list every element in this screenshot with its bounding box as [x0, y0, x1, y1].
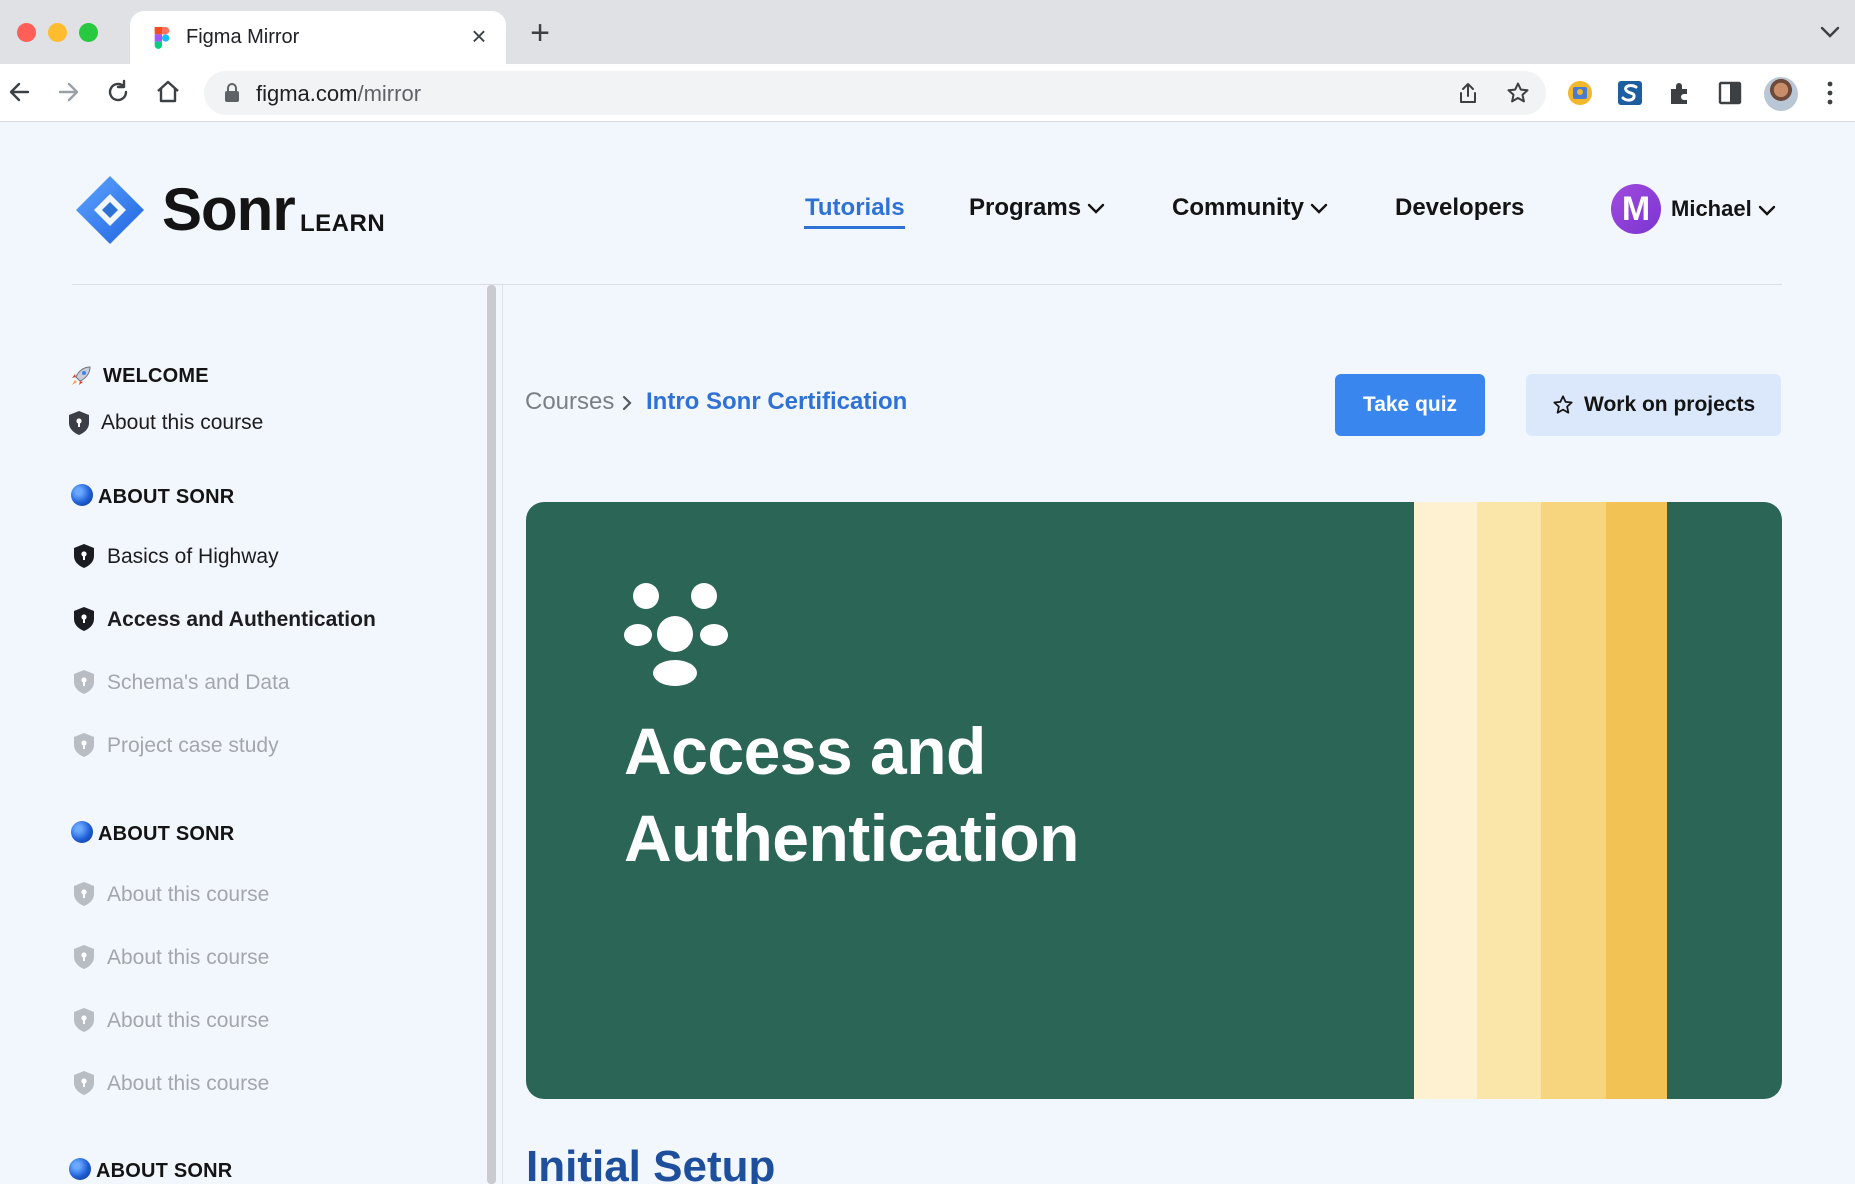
nav-community-label: Community [1172, 194, 1304, 221]
forward-arrow-icon[interactable] [54, 78, 82, 106]
figma-icon [154, 27, 170, 49]
side-panel-icon[interactable] [1717, 80, 1743, 106]
shield-icon [74, 1071, 94, 1095]
nav-developers[interactable]: Developers [1395, 194, 1524, 222]
extensions-puzzle-icon[interactable] [1667, 80, 1693, 106]
maximize-window-button[interactable] [79, 23, 98, 42]
sidebar-item-about-course[interactable]: About this course [107, 1072, 269, 1096]
back-arrow-icon[interactable] [6, 78, 34, 106]
shield-icon [74, 544, 94, 568]
browser-titlebar: Figma Mirror × + [0, 0, 1855, 64]
nav-programs[interactable]: Programs [969, 194, 1105, 222]
hero-stripe [1541, 502, 1606, 1099]
hero-stripe [1477, 502, 1541, 1099]
nav-programs-label: Programs [969, 194, 1082, 221]
shield-icon [69, 411, 89, 435]
shield-icon [74, 1008, 94, 1032]
shield-icon [74, 733, 94, 757]
users-group-icon [624, 583, 728, 686]
extension-password-icon[interactable] [1567, 80, 1593, 106]
url-text[interactable]: figma.com/mirror [256, 81, 421, 107]
work-on-projects-button[interactable]: Work on projects [1526, 374, 1781, 436]
shield-icon [74, 607, 94, 631]
work-on-projects-label: Work on projects [1584, 393, 1756, 416]
sphere-icon [69, 1158, 91, 1180]
sidebar-item-about-course[interactable]: About this course [107, 1009, 269, 1033]
take-quiz-button[interactable]: Take quiz [1335, 374, 1485, 436]
sidebar-item-access-authentication[interactable]: Access and Authentication [107, 608, 376, 632]
nav-tutorials[interactable]: Tutorials [805, 194, 905, 222]
profile-avatar[interactable] [1764, 77, 1798, 111]
sphere-icon [71, 484, 93, 506]
sidebar-section-about-sonr: ABOUT SONR [98, 823, 235, 845]
sidebar-divider [502, 285, 503, 1184]
user-menu[interactable]: Michael [1671, 196, 1776, 222]
sidebar-item-basics-highway[interactable]: Basics of Highway [107, 545, 279, 569]
header-divider [72, 284, 1782, 285]
bookmark-star-icon[interactable] [1506, 81, 1530, 105]
sidebar-item-project-case-study[interactable]: Project case study [107, 734, 279, 758]
url-path: /mirror [357, 81, 422, 106]
sidebar-section-about-sonr: ABOUT SONR [96, 1160, 233, 1182]
more-options-icon[interactable] [1822, 80, 1838, 106]
user-avatar[interactable]: M [1611, 184, 1661, 234]
sidebar-scrollbar[interactable] [487, 285, 496, 1184]
hero-stripe [1606, 502, 1667, 1099]
browser-tab[interactable]: Figma Mirror × [130, 11, 506, 64]
hero-banner: Access and Authentication [526, 502, 1782, 1099]
home-icon[interactable] [154, 78, 182, 106]
chevron-down-icon [1087, 203, 1105, 214]
shield-icon [74, 882, 94, 906]
reload-icon[interactable] [104, 78, 132, 106]
star-icon [1553, 395, 1573, 414]
lock-icon[interactable] [224, 83, 240, 103]
chevron-down-icon [1758, 205, 1775, 216]
sidebar-item-about-course[interactable]: About this course [107, 883, 269, 907]
chevron-right-icon [622, 395, 632, 411]
shield-icon [74, 670, 94, 694]
tab-title: Figma Mirror [186, 26, 300, 48]
breadcrumb-current[interactable]: Intro Sonr Certification [646, 388, 907, 416]
sidebar-section-about-sonr: ABOUT SONR [98, 486, 235, 508]
section-title: Initial Setup [526, 1142, 776, 1184]
nav-community[interactable]: Community [1172, 194, 1328, 222]
minimize-window-button[interactable] [48, 23, 67, 42]
sphere-icon [71, 821, 93, 843]
rocket-icon [72, 366, 91, 385]
sidebar-section-welcome: WELCOME [103, 365, 209, 387]
extension-s-icon[interactable] [1617, 80, 1643, 106]
hero-stripe [1414, 502, 1477, 1099]
hero-title: Access and Authentication [624, 714, 1079, 875]
logo-subtitle: LEARN [300, 210, 386, 237]
nav-active-underline [804, 226, 905, 229]
user-name: Michael [1671, 196, 1752, 221]
share-icon[interactable] [1456, 81, 1480, 105]
tab-search-chevron-icon[interactable] [1819, 24, 1841, 40]
sidebar-item-about-course[interactable]: About this course [101, 411, 263, 435]
chevron-down-icon [1310, 203, 1328, 214]
close-window-button[interactable] [17, 23, 36, 42]
sonr-logo-icon[interactable] [72, 172, 148, 248]
shield-icon [74, 945, 94, 969]
sidebar-item-about-course[interactable]: About this course [107, 946, 269, 970]
sidebar-item-schemas-data[interactable]: Schema's and Data [107, 671, 290, 695]
url-host: figma.com [256, 81, 358, 106]
browser-toolbar: figma.com/mirror [0, 64, 1855, 122]
address-bar[interactable]: figma.com/mirror [204, 71, 1546, 115]
breadcrumb-courses[interactable]: Courses [525, 388, 614, 416]
new-tab-button[interactable]: + [526, 16, 554, 50]
close-tab-icon[interactable]: × [466, 23, 492, 49]
logo-wordmark[interactable]: Sonr [162, 172, 296, 248]
